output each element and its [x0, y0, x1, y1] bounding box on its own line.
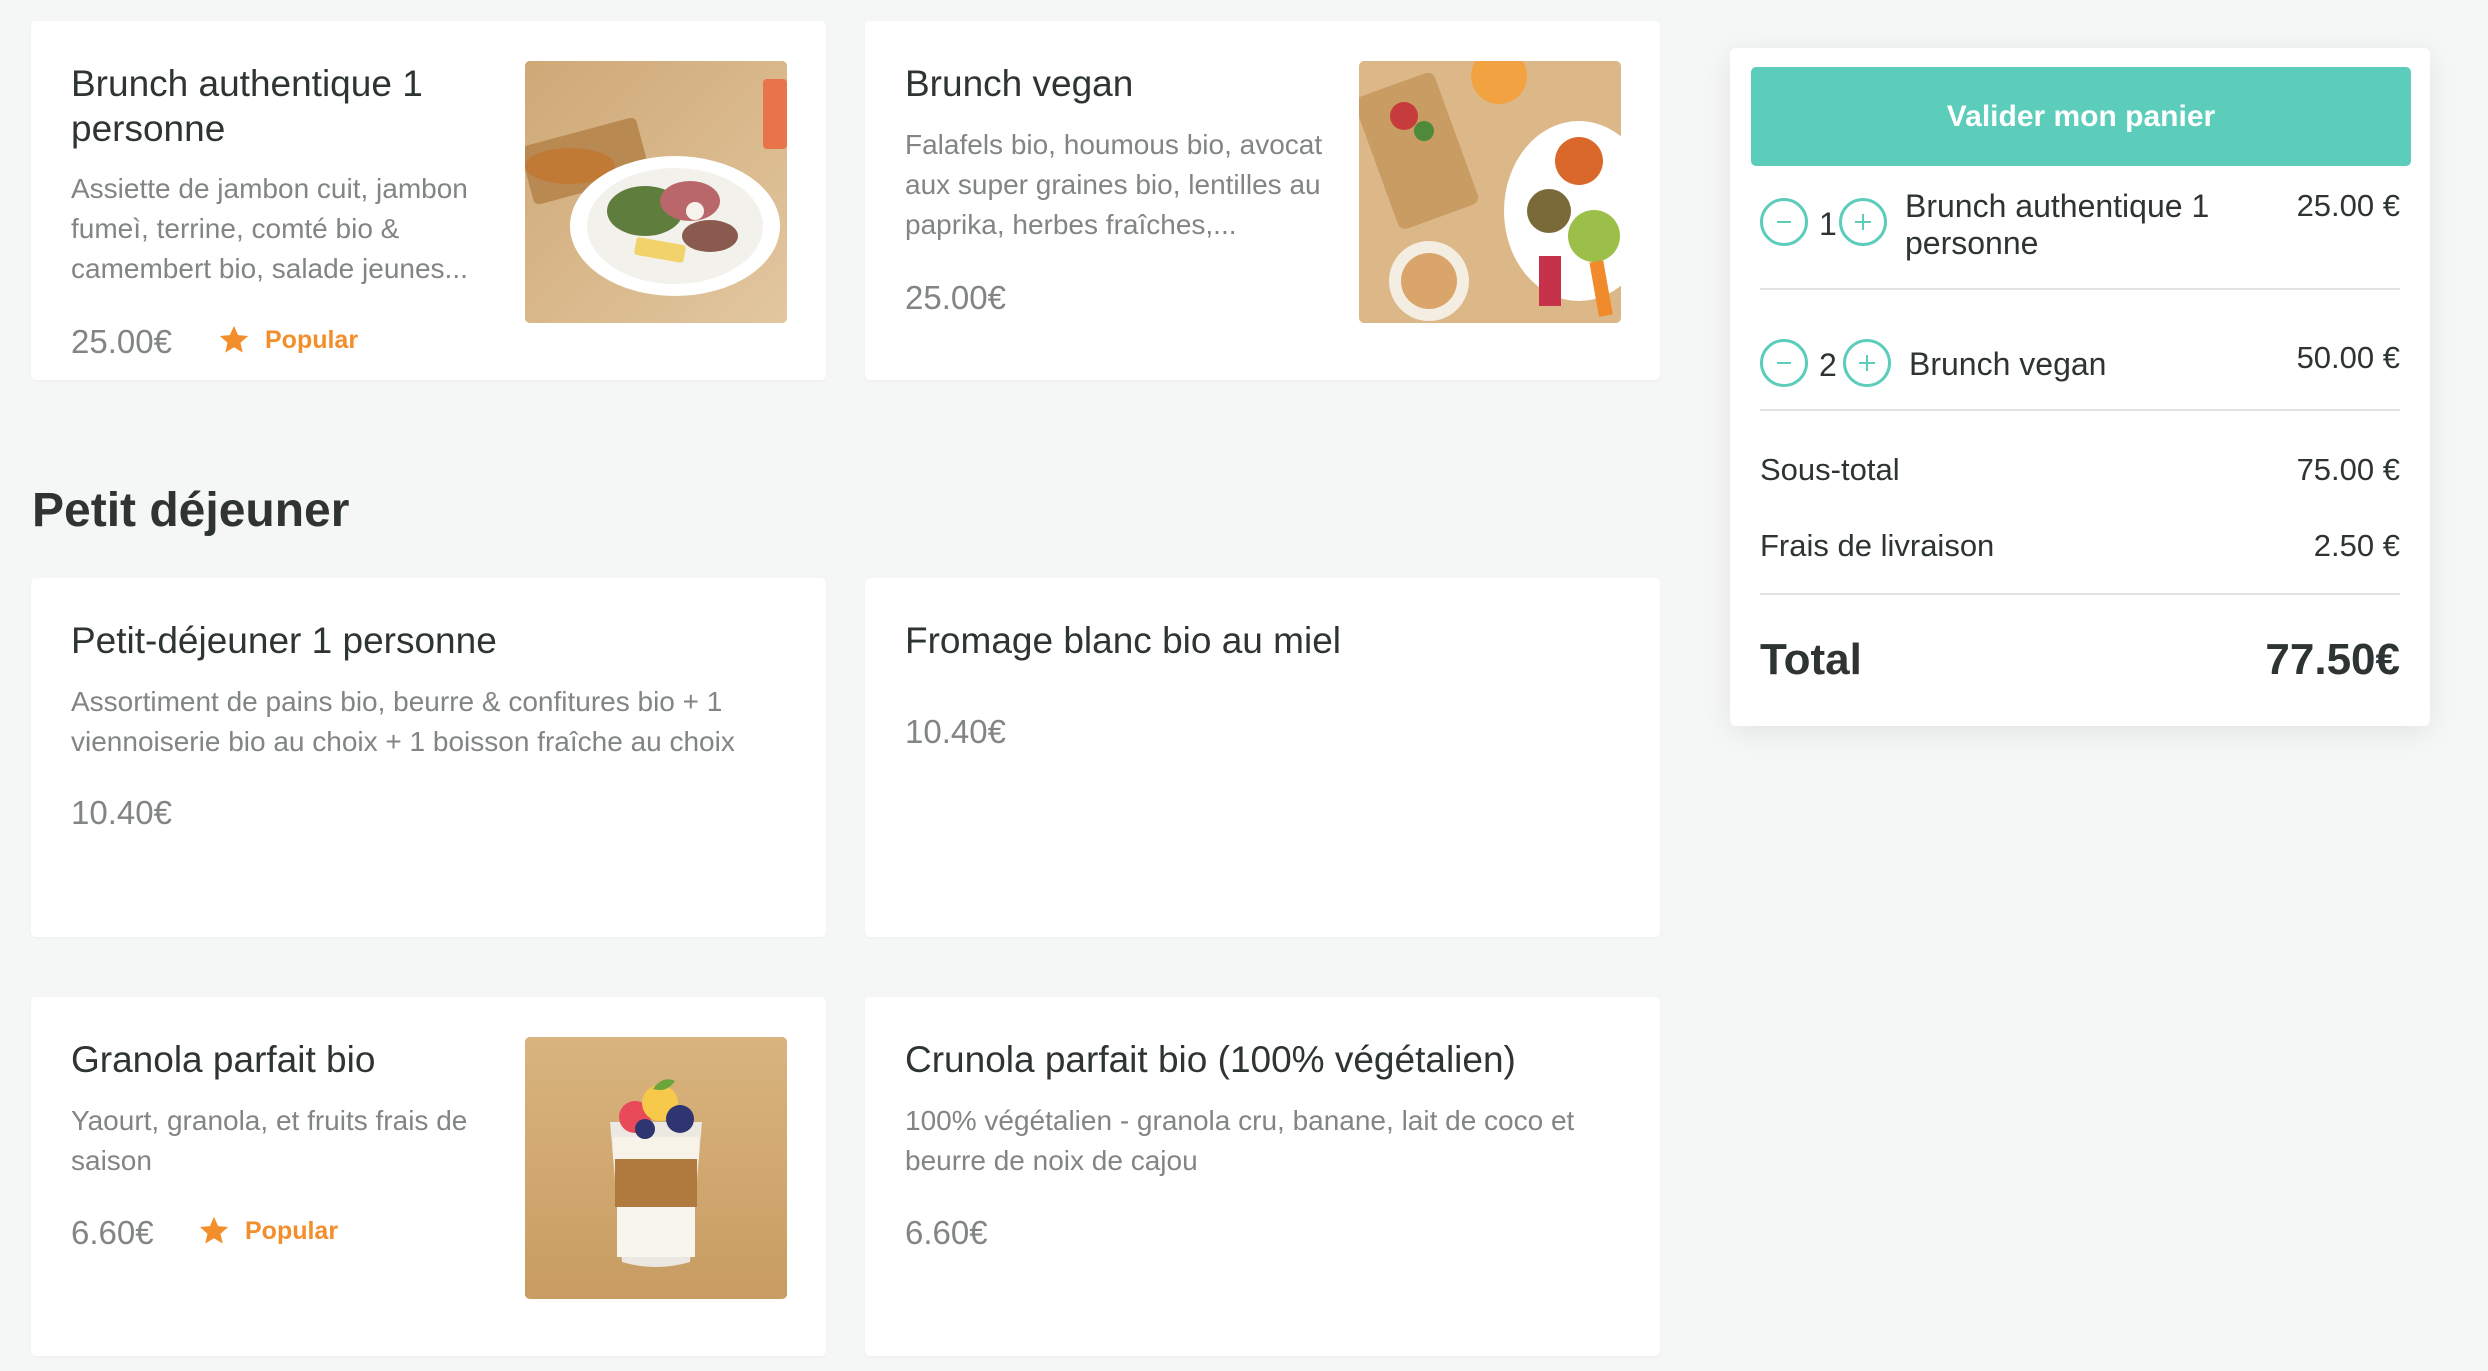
star-icon: [197, 1214, 231, 1248]
subtotal-value: 75.00 €: [2296, 452, 2400, 487]
total-label: Total: [1760, 635, 1862, 684]
cart-line-item: 2 Brunch vegan 50.00 €: [1760, 330, 2400, 400]
cart-item-name: Brunch authentique 1 personne: [1905, 188, 2210, 261]
menu-item-description: Yaourt, granola, et fruits frais de sais…: [71, 1105, 468, 1176]
decrease-quantity-button[interactable]: [1760, 198, 1808, 246]
popular-label: Popular: [265, 325, 359, 354]
menu-item-price: 10.40€: [71, 794, 172, 831]
menu-item-granola-parfait[interactable]: Granola parfait bio Yaourt, granola, et …: [31, 997, 826, 1356]
increase-quantity-button[interactable]: [1843, 339, 1891, 387]
decrease-quantity-button[interactable]: [1760, 339, 1808, 387]
menu-item-name: Fromage blanc bio au miel: [905, 620, 1341, 661]
food-photo-brunch-authentique: [525, 61, 787, 323]
menu-item-price: 6.60€: [71, 1214, 154, 1251]
checkout-button[interactable]: Valider mon panier: [1751, 67, 2411, 166]
popular-badge: Popular: [217, 323, 358, 357]
food-photo-granola-parfait: [525, 1037, 787, 1299]
menu-item-description: 100% végétalien - granola cru, banane, l…: [905, 1105, 1575, 1176]
menu-item-name: Granola parfait bio: [71, 1039, 376, 1080]
menu-item-petit-dejeuner[interactable]: Petit-déjeuner 1 personne Assortiment de…: [31, 578, 826, 937]
subtotal-label: Sous-total: [1760, 452, 1900, 487]
menu-item-price: 10.40€: [905, 713, 1006, 750]
menu-item-brunch-vegan[interactable]: Brunch vegan Falafels bio, houmous bio, …: [865, 21, 1660, 380]
delivery-fee-value: 2.50 €: [2313, 528, 2400, 563]
divider: [1760, 288, 2400, 290]
menu-item-price: 25.00€: [905, 279, 1006, 316]
divider: [1760, 409, 2400, 411]
quantity-value: 1: [1819, 206, 1837, 242]
section-title: Petit déjeuner: [32, 484, 350, 537]
menu-item-fromage-blanc[interactable]: Fromage blanc bio au miel 10.40€: [865, 578, 1660, 937]
total-value: 77.50€: [2265, 635, 2400, 684]
menu-item-description: Falafels bio, houmous bio, avocat aux su…: [905, 129, 1323, 240]
quantity-value: 2: [1819, 347, 1837, 383]
cart-item-name: Brunch vegan: [1909, 346, 2107, 382]
cart-line-item: 1 Brunch authentique 1 personne 25.00 €: [1760, 188, 2400, 288]
menu-item-brunch-authentique[interactable]: Brunch authentique 1 personne Assiette d…: [31, 21, 826, 380]
menu-item-name: Brunch authentique 1 personne: [71, 63, 423, 149]
menu-item-name: Crunola parfait bio (100% végétalien): [905, 1039, 1516, 1080]
popular-label: Popular: [245, 1216, 339, 1245]
menu-item-description: Assiette de jambon cuit, jambon fumeì, t…: [71, 173, 468, 284]
star-icon: [217, 323, 251, 357]
divider: [1760, 593, 2400, 595]
menu-item-price: 6.60€: [905, 1214, 988, 1251]
food-photo-brunch-vegan: [1359, 61, 1621, 323]
menu-item-name: Brunch vegan: [905, 63, 1134, 104]
increase-quantity-button[interactable]: [1839, 198, 1887, 246]
cart-item-price: 25.00 €: [2296, 188, 2400, 223]
popular-badge: Popular: [197, 1214, 338, 1248]
cart-panel: Valider mon panier 1 Brunch authentique …: [1730, 48, 2430, 726]
menu-item-crunola-parfait[interactable]: Crunola parfait bio (100% végétalien) 10…: [865, 997, 1660, 1356]
cart-item-price: 50.00 €: [2296, 340, 2400, 375]
menu-item-description: Assortiment de pains bio, beurre & confi…: [71, 686, 735, 757]
menu-item-name: Petit-déjeuner 1 personne: [71, 620, 497, 661]
menu-item-price: 25.00€: [71, 323, 172, 360]
delivery-fee-label: Frais de livraison: [1760, 528, 1995, 563]
